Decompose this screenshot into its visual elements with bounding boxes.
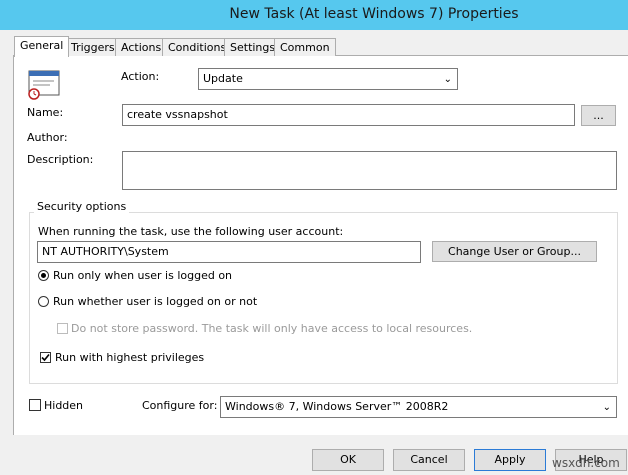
tab-general[interactable]: General: [14, 36, 70, 57]
description-label: Description:: [27, 153, 94, 166]
change-user-button-label: Change User or Group...: [448, 245, 581, 258]
apply-button[interactable]: Apply: [474, 449, 546, 471]
configure-for-value: Windows® 7, Windows Server™ 2008R2: [225, 400, 449, 413]
configure-for-label: Configure for:: [142, 399, 218, 412]
run-whether-radio[interactable]: [38, 296, 49, 307]
run-whether-label: Run whether user is logged on or not: [53, 295, 258, 308]
security-options-label: Security options: [34, 200, 130, 213]
configure-for-select[interactable]: Windows® 7, Windows Server™ 2008R2 ⌄: [220, 396, 617, 418]
action-select-value: Update: [203, 72, 243, 85]
tab-conditions[interactable]: Conditions: [162, 38, 233, 56]
tab-triggers[interactable]: Triggers: [65, 38, 121, 56]
hidden-checkbox[interactable]: [29, 399, 41, 411]
run-logged-on-radio[interactable]: [38, 270, 49, 281]
author-label: Author:: [27, 131, 68, 144]
name-input[interactable]: create vssnapshot: [122, 104, 575, 126]
task-window-icon: [28, 70, 60, 100]
tab-actions[interactable]: Actions: [115, 38, 168, 56]
no-store-password-checkbox[interactable]: [57, 323, 68, 334]
change-user-button[interactable]: Change User or Group...: [432, 241, 597, 262]
no-store-password-label: Do not store password. The task will onl…: [71, 322, 473, 335]
tab-settings[interactable]: Settings: [224, 38, 282, 56]
run-logged-on-label: Run only when user is logged on: [53, 269, 233, 282]
account-prompt: When running the task, use the following…: [38, 225, 344, 238]
user-account-input[interactable]: NT AUTHORITY\System: [37, 241, 421, 263]
highest-privileges-label: Run with highest privileges: [55, 351, 205, 364]
window-title: New Task (At least Windows 7) Properties: [229, 6, 519, 22]
chevron-down-icon: ⌄: [443, 74, 452, 85]
hidden-label: Hidden: [44, 399, 84, 412]
cancel-button[interactable]: Cancel: [393, 449, 465, 471]
action-label: Action:: [121, 70, 160, 83]
watermark: wsxdn.com: [552, 456, 620, 470]
name-label: Name:: [27, 106, 64, 119]
checkmark-icon: [41, 353, 50, 362]
action-select[interactable]: Update ⌄: [198, 68, 458, 90]
ok-button[interactable]: OK: [312, 449, 384, 471]
chevron-down-icon: ⌄: [602, 402, 611, 413]
highest-privileges-checkbox[interactable]: [40, 352, 51, 363]
description-input[interactable]: [122, 151, 617, 190]
tab-common[interactable]: Common: [274, 38, 336, 56]
browse-button[interactable]: ...: [581, 105, 616, 126]
